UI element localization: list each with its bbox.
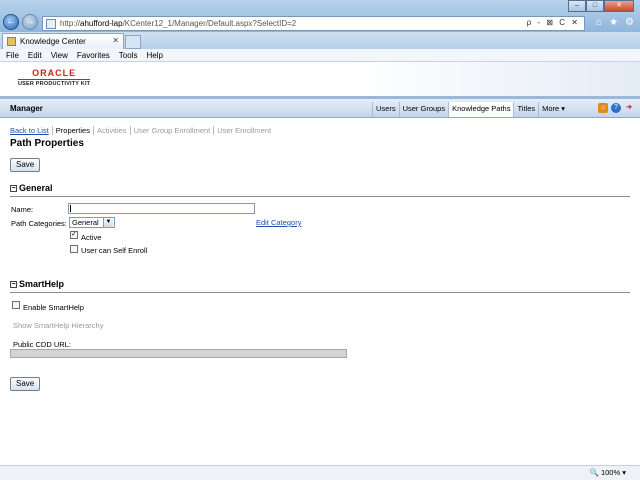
dropdown-arrow-icon[interactable]: ▼ <box>103 218 113 227</box>
url-path: /KCenter12_1/Manager/Default.aspx?Select… <box>122 19 297 28</box>
public-cdd-url-field <box>10 349 347 358</box>
help-icon[interactable]: ? <box>611 103 621 113</box>
tab-knowledge-paths[interactable]: Knowledge Paths <box>448 102 514 117</box>
active-checkbox[interactable]: ✓ <box>70 231 78 239</box>
browser-tab[interactable]: Knowledge Center ✕ <box>2 33 124 49</box>
new-tab-button[interactable] <box>125 35 141 49</box>
user-enrollment-link: User Enrollment <box>217 126 272 135</box>
menu-bar: File Edit View Favorites Tools Help <box>0 49 640 62</box>
favicon-icon <box>7 37 16 46</box>
maximize-button[interactable]: □ <box>586 0 604 12</box>
selected-category: General <box>72 218 99 227</box>
url-host: ahufford-lap <box>80 19 123 28</box>
url-prefix: http:// <box>60 19 81 28</box>
menu-view[interactable]: View <box>51 51 68 60</box>
activities-link: Activities <box>97 126 131 135</box>
back-to-list-link[interactable]: Back to List <box>10 126 53 135</box>
zoom-level[interactable]: 🔍 100% ▾ <box>590 468 626 477</box>
public-cdd-url-label: Public CDD URL: <box>13 340 71 349</box>
home-icon[interactable]: ⌂ <box>598 103 608 113</box>
user-group-enrollment-link: User Group Enrollment <box>134 126 215 135</box>
menu-help[interactable]: Help <box>146 51 162 60</box>
close-window-button[interactable]: ✕ <box>604 0 634 12</box>
self-enroll-checkbox[interactable] <box>70 245 78 253</box>
oracle-upk-logo: ORACLE USER PRODUCTIVITY KIT <box>18 68 91 87</box>
zoom-value: 100% <box>600 468 621 477</box>
tab-strip: Knowledge Center ✕ <box>0 32 640 49</box>
favorites-star-icon[interactable]: ★ <box>609 17 618 28</box>
active-label: Active <box>81 233 102 242</box>
logout-icon[interactable]: ➜ <box>624 103 634 113</box>
section-divider <box>10 196 630 197</box>
show-smarthelp-hierarchy-link: Show SmartHelp Hierarchy <box>13 321 104 330</box>
enable-smarthelp-label: Enable SmartHelp <box>23 303 84 312</box>
menu-tools[interactable]: Tools <box>119 51 138 60</box>
tab-title: Knowledge Center <box>20 37 86 46</box>
section-divider <box>10 292 630 293</box>
product-name: USER PRODUCTIVITY KIT <box>18 79 91 87</box>
browser-titlebar: – □ ✕ ← → http://ahufford-lap/KCenter12_… <box>0 0 640 32</box>
tools-gear-icon[interactable]: ⚙ <box>625 17 634 28</box>
nav-icons: ⌂ ? ➜ <box>598 103 634 113</box>
tab-titles[interactable]: Titles <box>513 102 538 117</box>
menu-edit[interactable]: Edit <box>28 51 42 60</box>
path-categories-label: Path Categories: <box>11 219 67 228</box>
properties-link: Properties <box>56 126 94 135</box>
forward-arrow-icon[interactable]: → <box>22 14 38 30</box>
collapse-icon[interactable]: − <box>10 184 17 192</box>
zoom-icon: 🔍 <box>589 468 599 477</box>
smarthelp-section-header[interactable]: − SmartHelp <box>10 279 64 289</box>
page-icon <box>46 18 56 29</box>
name-field[interactable] <box>68 203 255 214</box>
page-title: Path Properties <box>10 138 84 149</box>
window-controls: – □ ✕ <box>568 0 634 12</box>
name-label: Name: <box>11 205 34 214</box>
path-category-select[interactable]: General ▼ <box>69 217 115 228</box>
back-arrow-icon[interactable]: ← <box>3 14 19 30</box>
home-icon[interactable]: ⌂ <box>596 17 602 28</box>
minimize-button[interactable]: – <box>568 0 586 12</box>
save-button-bottom[interactable]: Save <box>10 377 41 391</box>
tab-more[interactable]: More ▾ <box>538 102 571 117</box>
self-enroll-label: User can Self Enroll <box>81 246 148 255</box>
collapse-icon[interactable]: − <box>10 280 17 288</box>
menu-file[interactable]: File <box>6 51 19 60</box>
general-section-header[interactable]: − General <box>10 183 53 193</box>
nav-tabs: Users User Groups Knowledge Paths Titles… <box>372 102 571 117</box>
tab-users[interactable]: Users <box>372 102 399 117</box>
browser-toolbar-icons: ⌂ ★ ⚙ <box>596 17 634 28</box>
tab-user-groups[interactable]: User Groups <box>398 102 449 117</box>
tab-close-icon[interactable]: ✕ <box>112 36 119 45</box>
manager-navbar: Manager Users User Groups Knowledge Path… <box>0 96 640 118</box>
save-button-top[interactable]: Save <box>10 158 41 172</box>
address-tools[interactable]: ρ - ⊠ C ✕ <box>527 18 580 27</box>
smarthelp-heading: SmartHelp <box>19 279 65 289</box>
general-heading: General <box>19 183 53 193</box>
address-bar[interactable]: http://ahufford-lap/KCenter12_1/Manager/… <box>42 16 585 31</box>
oracle-wordmark: ORACLE <box>32 68 77 78</box>
app-header: ORACLE USER PRODUCTIVITY KIT <box>0 62 640 96</box>
edit-category-link[interactable]: Edit Category <box>256 218 301 227</box>
enable-smarthelp-checkbox[interactable] <box>12 301 20 309</box>
text-caret <box>70 205 71 212</box>
menu-favorites[interactable]: Favorites <box>77 51 110 60</box>
status-bar: 🔍 100% ▾ <box>0 465 640 480</box>
breadcrumb: Back to List Properties Activities User … <box>10 126 277 135</box>
zoom-dropdown-icon[interactable]: ▾ <box>622 468 626 477</box>
section-title: Manager <box>10 104 43 113</box>
